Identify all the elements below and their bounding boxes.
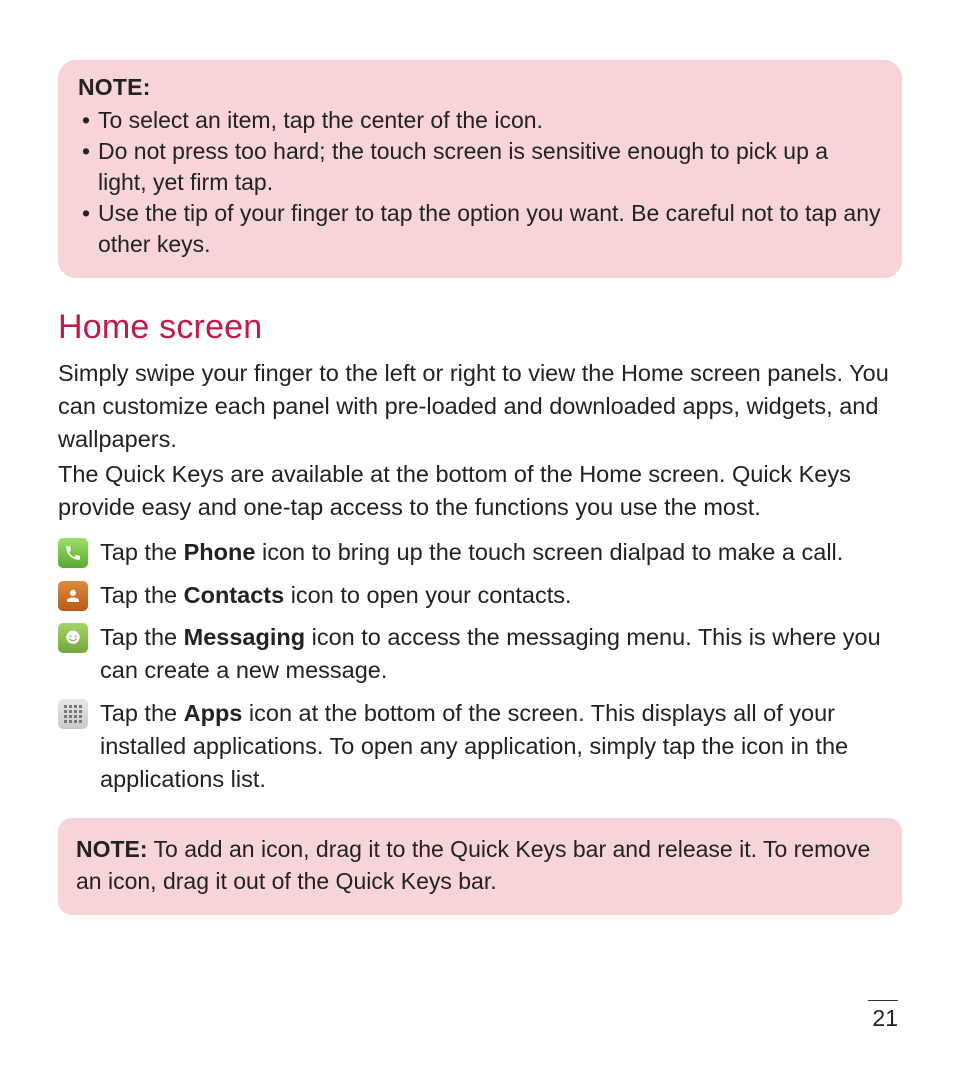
quick-item-apps: Tap the Apps icon at the bottom of the s… <box>58 697 902 796</box>
note-item: •Use the tip of your finger to tap the o… <box>78 198 882 260</box>
body-paragraph: The Quick Keys are available at the bott… <box>58 458 902 524</box>
note-title: NOTE: <box>78 74 882 101</box>
note-item: •To select an item, tap the center of th… <box>78 105 882 136</box>
quick-item-text: Tap the Contacts icon to open your conta… <box>100 579 572 612</box>
quick-item-contacts: Tap the Contacts icon to open your conta… <box>58 579 902 612</box>
note-item: •Do not press too hard; the touch screen… <box>78 136 882 198</box>
note-list: •To select an item, tap the center of th… <box>78 105 882 260</box>
phone-icon <box>58 538 88 568</box>
quick-item-messaging: Tap the Messaging icon to access the mes… <box>58 621 902 687</box>
section-heading: Home screen <box>58 308 902 347</box>
note-text: To add an icon, drag it to the Quick Key… <box>76 836 870 894</box>
quick-item-text: Tap the Phone icon to bring up the touch… <box>100 536 843 569</box>
note-box-bottom: NOTE: To add an icon, drag it to the Qui… <box>58 818 902 915</box>
note-item-text: To select an item, tap the center of the… <box>98 107 543 133</box>
note-box-top: NOTE: •To select an item, tap the center… <box>58 60 902 278</box>
contacts-icon <box>58 581 88 611</box>
note-item-text: Use the tip of your finger to tap the op… <box>98 200 880 257</box>
page-number: 21 <box>868 1000 898 1032</box>
quick-item-text: Tap the Messaging icon to access the mes… <box>100 621 902 687</box>
quick-item-phone: Tap the Phone icon to bring up the touch… <box>58 536 902 569</box>
note-item-text: Do not press too hard; the touch screen … <box>98 138 828 195</box>
quick-item-text: Tap the Apps icon at the bottom of the s… <box>100 697 902 796</box>
quick-keys-list: Tap the Phone icon to bring up the touch… <box>58 536 902 796</box>
manual-page: NOTE: •To select an item, tap the center… <box>0 0 954 1074</box>
note-label: NOTE: <box>76 836 148 862</box>
apps-icon <box>58 699 88 729</box>
messaging-icon <box>58 623 88 653</box>
body-paragraph: Simply swipe your finger to the left or … <box>58 357 902 456</box>
